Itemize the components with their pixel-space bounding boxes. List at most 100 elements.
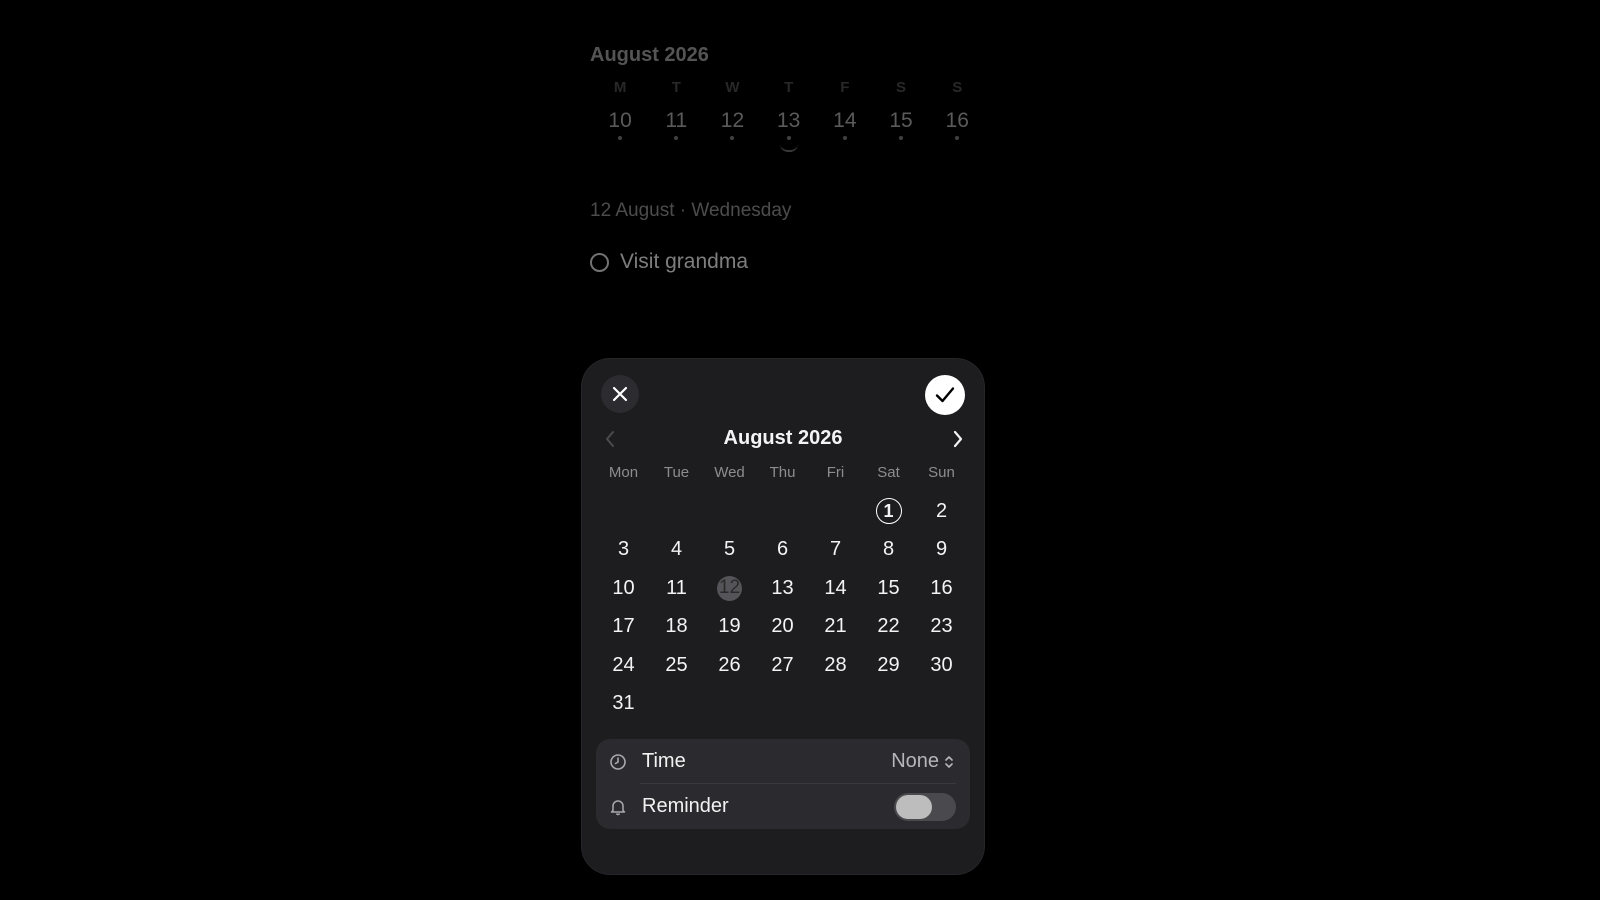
day-cell[interactable]: 29 xyxy=(862,646,915,685)
week-day[interactable]: T 11 xyxy=(648,78,704,152)
day-number: 14 xyxy=(824,576,847,599)
day-cell[interactable]: 27 xyxy=(756,646,809,685)
day-cell[interactable]: 4 xyxy=(650,531,703,570)
week-day-number: 10 xyxy=(608,109,632,132)
event-dot xyxy=(842,136,847,140)
time-label: Time xyxy=(642,750,686,772)
week-day-number: 14 xyxy=(833,109,857,132)
day-cell[interactable]: 30 xyxy=(915,646,968,685)
day-cell[interactable]: 16 xyxy=(915,569,968,608)
time-value: None xyxy=(891,750,939,772)
task-label: Visit grandma xyxy=(620,250,749,273)
calendar-grid: 1 2 3 4 5 6 7 8 9 10 11 12 13 14 15 16 17 18 19 20 21 22 23 24 2… xyxy=(597,492,968,723)
weekday-label: Tue xyxy=(663,464,690,481)
week-day-number: 12 xyxy=(720,109,745,132)
day-cell[interactable]: 25 xyxy=(650,646,703,685)
next-month-button[interactable] xyxy=(948,426,968,452)
day-number: 26 xyxy=(718,653,741,676)
chevron-right-icon xyxy=(953,430,963,448)
week-day[interactable]: M 10 xyxy=(592,78,648,152)
day-cell[interactable]: 9 xyxy=(915,531,968,570)
week-day[interactable]: W 12 xyxy=(704,78,760,152)
day-cell[interactable]: 2 xyxy=(915,492,968,531)
empty-cell xyxy=(597,492,650,531)
day-cell[interactable]: 8 xyxy=(862,531,915,570)
day-cell[interactable]: 3 xyxy=(597,531,650,570)
day-number: 23 xyxy=(930,615,953,638)
weekday-label: Thu xyxy=(769,464,796,481)
date-picker-sheet: August 2026 Mon Tue Wed Thu Fri Sat Sun 123456… xyxy=(582,359,984,874)
task-checkbox[interactable] xyxy=(590,252,609,272)
day-cell[interactable]: 20 xyxy=(756,608,809,647)
day-cell[interactable]: 7 xyxy=(809,531,862,570)
day-number: 3 xyxy=(617,538,630,561)
day-number: 29 xyxy=(877,653,900,676)
day-number: 7 xyxy=(829,538,842,561)
day-cell[interactable]: 14 xyxy=(809,569,862,608)
week-day-letter: M xyxy=(613,79,627,96)
event-dot xyxy=(786,136,791,140)
day-cell[interactable]: 11 xyxy=(650,569,703,608)
day-cell[interactable]: 23 xyxy=(915,608,968,647)
event-dot xyxy=(674,136,679,140)
day-cell[interactable]: 15 xyxy=(862,569,915,608)
close-button[interactable] xyxy=(601,375,639,413)
week-day-number: 11 xyxy=(665,109,688,132)
bell-icon xyxy=(608,797,628,817)
day-cell[interactable]: 6 xyxy=(756,531,809,570)
empty-cell xyxy=(703,492,756,531)
day-cell[interactable]: 21 xyxy=(809,608,862,647)
weekday-label: Wed xyxy=(714,464,745,481)
day-cell[interactable]: 18 xyxy=(650,608,703,647)
week-day[interactable]: F 14 xyxy=(817,78,873,152)
month-title: August 2026 xyxy=(723,427,843,449)
day-cell[interactable]: 28 xyxy=(809,646,862,685)
day-cell[interactable]: 17 xyxy=(597,608,650,647)
day-number: 27 xyxy=(771,653,794,676)
week-day-number: 15 xyxy=(889,109,913,132)
day-cell[interactable]: 10 xyxy=(597,569,650,608)
confirm-button[interactable] xyxy=(925,375,965,415)
close-icon xyxy=(612,386,628,402)
empty-cell xyxy=(650,492,703,531)
day-cell[interactable]: 26 xyxy=(703,646,756,685)
reminder-toggle[interactable] xyxy=(894,793,956,821)
day-number: 13 xyxy=(771,576,794,599)
day-number: 30 xyxy=(930,653,953,676)
date-heading: 12 August · Wednesday xyxy=(590,200,792,221)
day-number: 12 xyxy=(717,575,742,601)
day-cell[interactable]: 31 xyxy=(597,685,650,724)
day-cell[interactable]: 13 xyxy=(756,569,809,608)
time-row[interactable]: Time None xyxy=(596,739,970,784)
weekday-label: Mon xyxy=(608,464,639,481)
day-cell[interactable]: 19 xyxy=(703,608,756,647)
week-day[interactable]: S 16 xyxy=(929,78,985,152)
week-day-number: 16 xyxy=(945,109,969,132)
task-item[interactable]: Visit grandma xyxy=(590,250,748,274)
event-dot xyxy=(899,136,904,140)
day-number: 4 xyxy=(670,538,683,561)
day-number: 1 xyxy=(875,498,902,525)
day-number: 15 xyxy=(877,576,900,599)
day-number: 31 xyxy=(612,692,635,715)
day-number: 9 xyxy=(935,538,948,561)
day-number: 28 xyxy=(824,653,847,676)
day-cell[interactable]: 5 xyxy=(703,531,756,570)
empty-cell xyxy=(756,492,809,531)
day-number: 16 xyxy=(930,576,953,599)
day-number: 24 xyxy=(612,653,635,676)
day-cell[interactable]: 22 xyxy=(862,608,915,647)
toggle-knob xyxy=(896,795,932,819)
background-month-title: August 2026 xyxy=(590,44,709,66)
reminder-label: Reminder xyxy=(642,795,729,817)
time-value-selector[interactable]: None xyxy=(891,750,954,773)
week-day[interactable]: T 13 xyxy=(761,78,817,152)
day-number: 22 xyxy=(877,615,900,638)
day-number: 10 xyxy=(612,576,635,599)
week-day[interactable]: S 15 xyxy=(873,78,929,152)
day-cell-today[interactable]: 1 xyxy=(862,492,915,531)
week-day-number: 13 xyxy=(776,109,801,132)
day-cell-selected[interactable]: 12 xyxy=(703,569,756,608)
day-cell[interactable]: 24 xyxy=(597,646,650,685)
day-number: 20 xyxy=(771,615,794,638)
